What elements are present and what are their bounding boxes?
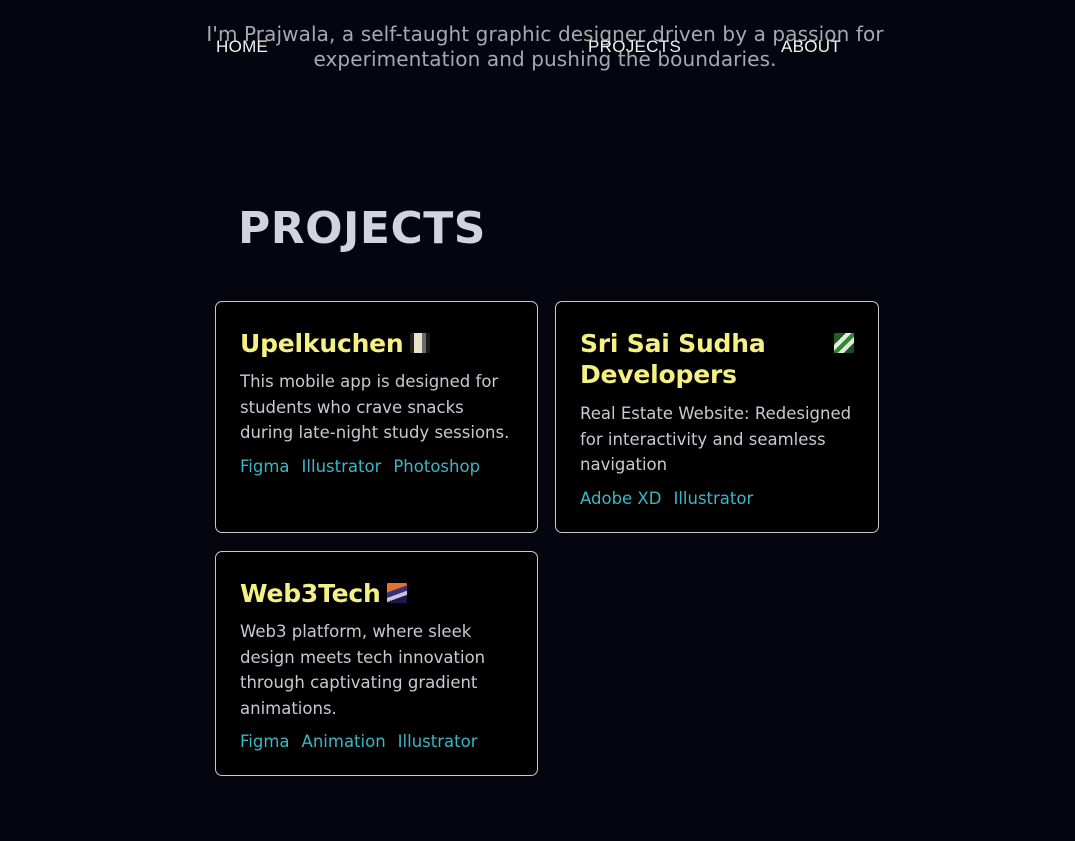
nav-home-link[interactable]: HOME <box>216 37 268 57</box>
project-description: Real Estate Website: Redesigned for inte… <box>580 404 852 474</box>
card-header: Sri Sai Sudha Developers <box>580 328 854 390</box>
card-header: Web3Tech <box>240 578 513 609</box>
app-thumbnail-icon <box>409 333 430 353</box>
tag: Illustrator <box>397 732 478 751</box>
tag: Photoshop <box>393 456 481 476</box>
top-nav: HOME PROJECTS ABOUT <box>0 37 1075 63</box>
tag: Adobe XD <box>580 488 662 508</box>
project-description: This mobile app is designed for students… <box>240 372 510 442</box>
tag: Figma <box>240 456 290 476</box>
project-title: Web3Tech <box>240 579 381 608</box>
project-card-sri-sai-sudha[interactable]: Sri Sai Sudha Developers Real Estate Web… <box>555 301 879 533</box>
nav-projects-link[interactable]: PROJECTS <box>588 37 681 57</box>
project-description: Web3 platform, where sleek design meets … <box>240 622 486 718</box>
tag-list: Figma Illustrator Photoshop <box>240 456 513 478</box>
nav-about-link[interactable]: ABOUT <box>781 37 841 57</box>
tag: Illustrator <box>673 488 754 508</box>
project-title: Sri Sai Sudha Developers <box>580 329 766 389</box>
tag: Figma <box>240 732 290 751</box>
project-card-upelkuchen[interactable]: Upelkuchen This mobile app is designed f… <box>215 301 538 533</box>
projects-heading: PROJECTS <box>238 203 486 254</box>
tag-list: Figma Animation Illustrator <box>240 731 513 753</box>
building-thumbnail-icon <box>834 333 854 353</box>
project-title: Upelkuchen <box>240 329 404 358</box>
card-header: Upelkuchen <box>240 328 513 359</box>
tag-list: Adobe XD Illustrator <box>580 488 854 510</box>
tag: Animation <box>301 732 386 751</box>
tag: Illustrator <box>301 456 382 476</box>
project-card-web3tech[interactable]: Web3Tech Web3 platform, where sleek desi… <box>215 551 538 776</box>
web3-thumbnail-icon <box>386 583 407 603</box>
